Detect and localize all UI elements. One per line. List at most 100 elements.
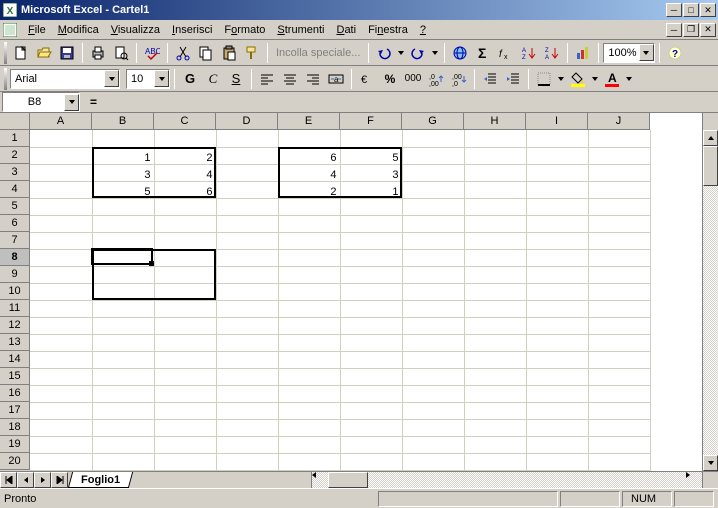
cell-A3[interactable]: [30, 164, 92, 181]
cell-J6[interactable]: [588, 215, 650, 232]
cell-B4[interactable]: 5: [92, 181, 154, 198]
cell-F14[interactable]: [340, 351, 402, 368]
sort-asc-button[interactable]: AZ: [518, 42, 540, 64]
menu-formato[interactable]: Formato: [218, 22, 271, 38]
row-header-14[interactable]: 14: [0, 351, 30, 368]
cell-H10[interactable]: [464, 283, 526, 300]
cell-E8[interactable]: [278, 249, 340, 266]
font-name-dropdown[interactable]: [104, 70, 119, 87]
cell-B5[interactable]: [92, 198, 154, 215]
cell-D20[interactable]: [216, 453, 278, 470]
cell-H15[interactable]: [464, 368, 526, 385]
cell-F5[interactable]: [340, 198, 402, 215]
cell-J17[interactable]: [588, 402, 650, 419]
row-header-6[interactable]: 6: [0, 215, 30, 232]
cell-E12[interactable]: [278, 317, 340, 334]
row-header-18[interactable]: 18: [0, 419, 30, 436]
cell-G3[interactable]: [402, 164, 464, 181]
cell-J13[interactable]: [588, 334, 650, 351]
cell-I10[interactable]: [526, 283, 588, 300]
scroll-left-button[interactable]: [312, 472, 328, 488]
tab-nav-next[interactable]: [34, 472, 51, 488]
row-header-2[interactable]: 2: [0, 147, 30, 164]
undo-button[interactable]: [373, 42, 395, 64]
cell-B20[interactable]: [92, 453, 154, 470]
col-header-F[interactable]: F: [340, 113, 402, 130]
cell-F6[interactable]: [340, 215, 402, 232]
cut-button[interactable]: [172, 42, 194, 64]
cell-D3[interactable]: [216, 164, 278, 181]
col-header-H[interactable]: H: [464, 113, 526, 130]
cell-F13[interactable]: [340, 334, 402, 351]
cell-B19[interactable]: [92, 436, 154, 453]
cell-F10[interactable]: [340, 283, 402, 300]
cell-F1[interactable]: [340, 130, 402, 147]
cell-D11[interactable]: [216, 300, 278, 317]
hyperlink-button[interactable]: [449, 42, 471, 64]
underline-button[interactable]: S: [225, 68, 247, 90]
toolbar-grip[interactable]: [4, 68, 7, 90]
paste-button[interactable]: [218, 42, 240, 64]
row-header-5[interactable]: 5: [0, 198, 30, 215]
row-header-12[interactable]: 12: [0, 317, 30, 334]
cell-I15[interactable]: [526, 368, 588, 385]
font-color-dropdown[interactable]: [624, 68, 634, 90]
cell-J10[interactable]: [588, 283, 650, 300]
font-name-combo[interactable]: Arial: [10, 69, 120, 89]
cell-D2[interactable]: [216, 147, 278, 164]
cell-H17[interactable]: [464, 402, 526, 419]
cell-C2[interactable]: 2: [154, 147, 216, 164]
cell-C1[interactable]: [154, 130, 216, 147]
tab-nav-last[interactable]: [51, 472, 68, 488]
cell-H1[interactable]: [464, 130, 526, 147]
doc-close-button[interactable]: ✕: [700, 23, 716, 37]
cell-C16[interactable]: [154, 385, 216, 402]
cell-H9[interactable]: [464, 266, 526, 283]
cell-B13[interactable]: [92, 334, 154, 351]
currency-button[interactable]: €: [356, 68, 378, 90]
cell-H2[interactable]: [464, 147, 526, 164]
row-header-10[interactable]: 10: [0, 283, 30, 300]
cell-D9[interactable]: [216, 266, 278, 283]
cell-A13[interactable]: [30, 334, 92, 351]
cell-G10[interactable]: [402, 283, 464, 300]
cell-F12[interactable]: [340, 317, 402, 334]
cell-I16[interactable]: [526, 385, 588, 402]
menu-?[interactable]: ?: [414, 22, 432, 38]
cell-C8[interactable]: [154, 249, 216, 266]
row-header-13[interactable]: 13: [0, 334, 30, 351]
cell-A10[interactable]: [30, 283, 92, 300]
decrease-indent-button[interactable]: [479, 68, 501, 90]
italic-button[interactable]: C: [202, 68, 224, 90]
cell-E15[interactable]: [278, 368, 340, 385]
cell-E3[interactable]: 4: [278, 164, 340, 181]
row-header-11[interactable]: 11: [0, 300, 30, 317]
cell-G17[interactable]: [402, 402, 464, 419]
cell-F4[interactable]: 1: [340, 181, 402, 198]
cell-J20[interactable]: [588, 453, 650, 470]
cell-C4[interactable]: 6: [154, 181, 216, 198]
copy-button[interactable]: [195, 42, 217, 64]
scroll-track-v[interactable]: [703, 186, 718, 455]
cell-I6[interactable]: [526, 215, 588, 232]
percent-button[interactable]: %: [379, 68, 401, 90]
cell-G11[interactable]: [402, 300, 464, 317]
cell-A1[interactable]: [30, 130, 92, 147]
cell-E13[interactable]: [278, 334, 340, 351]
cell-I13[interactable]: [526, 334, 588, 351]
cell-G5[interactable]: [402, 198, 464, 215]
cell-G1[interactable]: [402, 130, 464, 147]
cell-D4[interactable]: [216, 181, 278, 198]
cell-B8[interactable]: [92, 249, 154, 266]
cell-C5[interactable]: [154, 198, 216, 215]
menu-file[interactable]: File: [22, 22, 52, 38]
cell-F15[interactable]: [340, 368, 402, 385]
cell-E1[interactable]: [278, 130, 340, 147]
help-button[interactable]: ?: [664, 42, 686, 64]
row-header-4[interactable]: 4: [0, 181, 30, 198]
row-header-16[interactable]: 16: [0, 385, 30, 402]
cell-J9[interactable]: [588, 266, 650, 283]
cell-H12[interactable]: [464, 317, 526, 334]
font-size-dropdown[interactable]: [154, 70, 169, 87]
function-button[interactable]: fx: [495, 42, 517, 64]
